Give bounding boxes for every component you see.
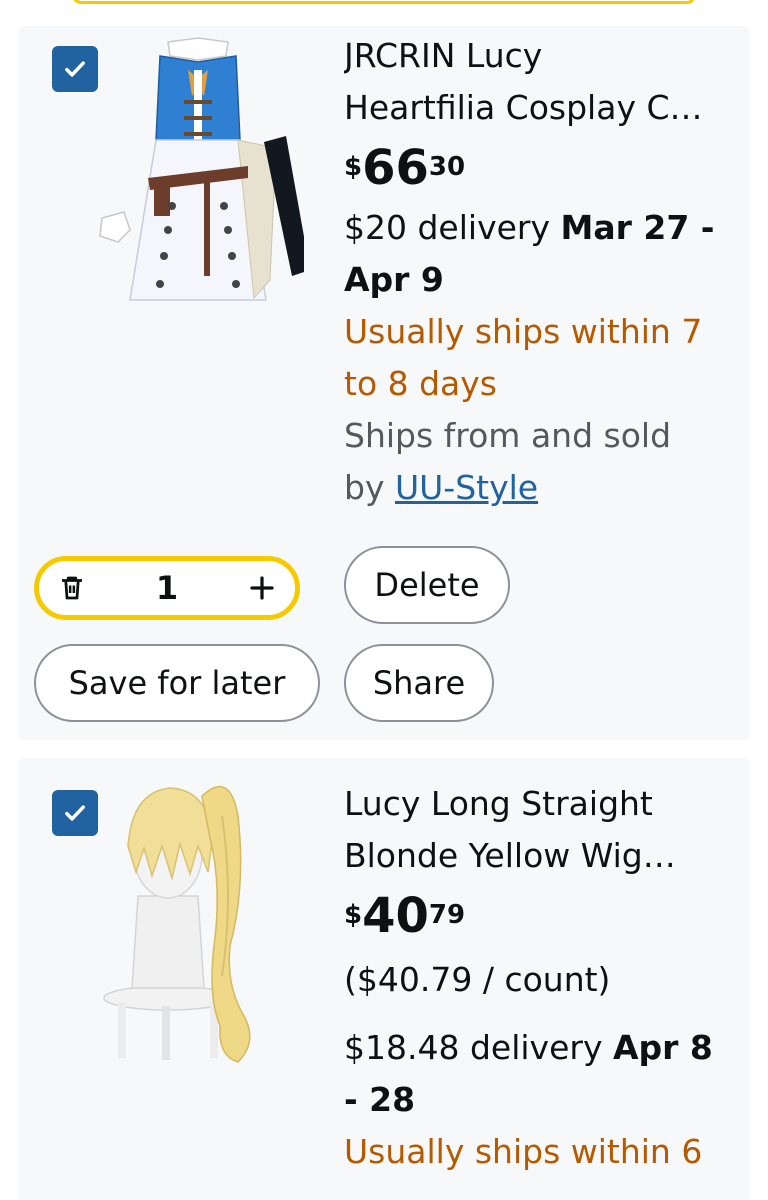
- price-fraction: 30: [428, 152, 466, 182]
- proceed-to-checkout-button-edge[interactable]: [72, 0, 696, 4]
- product-title-line[interactable]: Lucy Long Straight: [344, 778, 744, 830]
- quantity-stepper: 1: [34, 556, 300, 620]
- product-image-wig[interactable]: [98, 776, 304, 1076]
- unit-price: ($40.79 / count): [344, 960, 611, 999]
- item-details: Lucy Long Straight Blonde Yellow Wig… $ …: [344, 778, 744, 1178]
- share-button[interactable]: Share: [344, 644, 494, 722]
- item-details: JRCRIN Lucy Heartfilia Cosplay C… $ 66 3…: [344, 30, 744, 514]
- delivery-info: $18.48 delivery Apr 8 - 28: [344, 1022, 744, 1126]
- seller-info: Ships from and sold by UU-Style: [344, 410, 744, 514]
- checkmark-icon: [65, 61, 85, 77]
- save-for-later-button[interactable]: Save for later: [34, 644, 320, 722]
- product-title-line[interactable]: Heartfilia Cosplay C…: [344, 82, 744, 134]
- shipping-estimate-line: Usually ships within 6: [344, 1132, 703, 1171]
- price-fraction: 79: [428, 900, 466, 930]
- checkmark-icon: [65, 805, 85, 821]
- trash-icon[interactable]: [57, 573, 87, 603]
- shipping-estimate: Usually ships within 6: [344, 1126, 744, 1178]
- delete-button[interactable]: Delete: [344, 546, 510, 624]
- product-title[interactable]: JRCRIN Lucy Heartfilia Cosplay C…: [344, 30, 744, 134]
- cart-item: Lucy Long Straight Blonde Yellow Wig… $ …: [18, 758, 750, 1200]
- delivery-date-start: Mar 27 -: [560, 208, 715, 247]
- cart-item: JRCRIN Lucy Heartfilia Cosplay C… $ 66 3…: [18, 26, 750, 740]
- item-price: $ 66 30: [344, 140, 744, 202]
- delivery-date-start: Apr 8: [612, 1028, 713, 1067]
- price-currency: $: [344, 900, 363, 930]
- delivery-info: $20 delivery Mar 27 - Apr 9: [344, 202, 744, 306]
- delivery-date-end: - 28: [344, 1080, 416, 1119]
- shipping-estimate-line: Usually ships within 7: [344, 312, 703, 351]
- product-title-line[interactable]: JRCRIN Lucy: [344, 30, 744, 82]
- seller-link[interactable]: UU-Style: [395, 468, 538, 507]
- seller-by: by: [344, 468, 385, 507]
- shipping-estimate-line: to 8 days: [344, 364, 497, 403]
- quantity-value: 1: [155, 569, 179, 607]
- product-image-costume[interactable]: [98, 30, 304, 320]
- product-title[interactable]: Lucy Long Straight Blonde Yellow Wig…: [344, 778, 744, 882]
- price-whole: 66: [362, 140, 429, 196]
- item-price: $ 40 79: [344, 888, 744, 950]
- product-title-line[interactable]: Blonde Yellow Wig…: [344, 830, 744, 882]
- seller-label: Ships from and sold: [344, 416, 672, 455]
- shipping-estimate: Usually ships within 7 to 8 days: [344, 306, 744, 410]
- item-select-checkbox[interactable]: [52, 790, 98, 836]
- plus-icon[interactable]: [247, 573, 277, 603]
- price-currency: $: [344, 152, 363, 182]
- delivery-cost: $18.48 delivery: [344, 1028, 603, 1067]
- price-whole: 40: [362, 888, 429, 944]
- delivery-date-end: Apr 9: [344, 260, 444, 299]
- delivery-cost: $20 delivery: [344, 208, 550, 247]
- item-select-checkbox[interactable]: [52, 46, 98, 92]
